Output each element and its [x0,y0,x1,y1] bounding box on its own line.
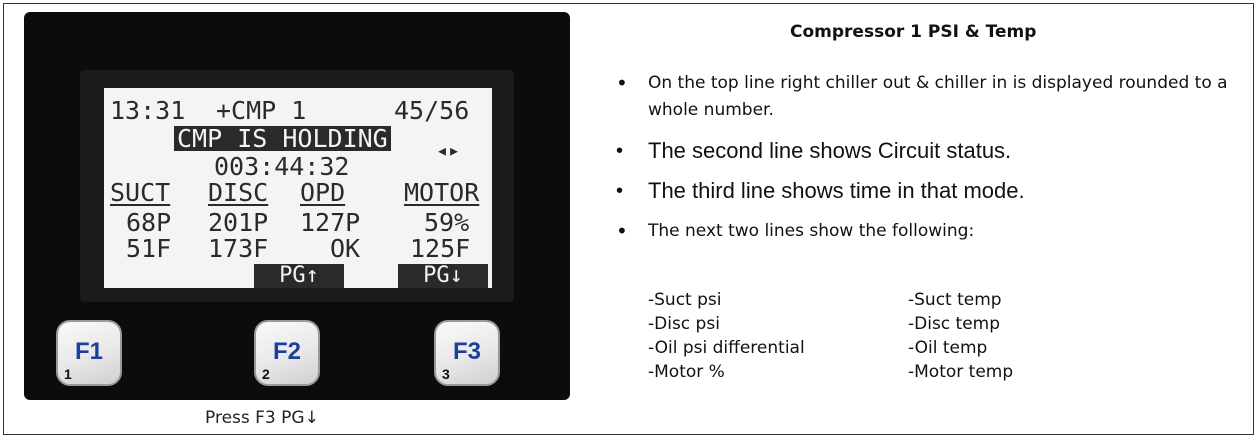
f2-key-number: 2 [262,366,270,382]
value-list-right: -Suct temp -Disc temp -Oil temp -Motor t… [908,288,1108,384]
f1-key[interactable]: F1 1 [56,320,122,386]
lcd-header-motor: MOTOR [404,178,480,207]
bullet-list: On the top line right chiller out & chil… [602,70,1242,259]
lcd-motor-pct: 59% [424,208,470,237]
f1-key-number: 1 [64,366,72,382]
lcd-disc-temp: 173F [208,234,269,263]
f3-key[interactable]: F3 3 [434,320,500,386]
f3-key-number: 3 [442,366,450,382]
lcd-softkey-pgdn: PG↓ [398,264,488,288]
lcd-header-opd: OPD [300,178,346,207]
lcd-chiller-temps: 45/56 [394,96,470,125]
photo-caption: Press F3 PG↓ [205,408,319,428]
list-item: -Disc temp [908,314,1001,334]
lcd-suct-temp: 51F [126,234,172,263]
list-item: -Suct temp [908,290,1002,310]
lcd-suct-psi: 68P [126,208,172,237]
list-item: -Disc psi [648,314,720,334]
lcd-screen: 13:31 +CMP 1 45/56 CMP IS HOLDING ◂▸ 003… [104,88,492,288]
bullet-item: The third line shows time in that mode. [602,178,1242,204]
lcd-mode-timer: 003:44:32 [214,152,350,181]
lcd-motor-temp: 125F [410,234,471,263]
list-item: -Oil psi differential [648,338,805,358]
list-item: -Motor % [648,362,725,382]
lcd-oil-status: OK [330,234,361,263]
list-item: -Oil temp [908,338,988,358]
lcd-header-disc: DISC [208,178,269,207]
lcd-time: 13:31 [110,96,186,125]
lcd-opd-psi: 127P [300,208,361,237]
list-item: -Suct psi [648,290,722,310]
lcd-compressor: +CMP 1 [216,96,307,125]
value-list: -Suct psi -Disc psi -Oil psi differentia… [648,288,1013,384]
f1-key-label: F1 [74,338,103,365]
f2-key[interactable]: F2 2 [254,320,320,386]
lcd-nav-arrows: ◂▸ [436,138,461,162]
lcd-status: CMP IS HOLDING [174,126,391,151]
section-title: Compressor 1 PSI & Temp [790,22,1037,42]
lcd-disc-psi: 201P [208,208,269,237]
lcd-header-suct: SUCT [110,178,171,207]
lcd-softkey-pgup: PG↑ [254,264,344,288]
controller-photo: 13:31 +CMP 1 45/56 CMP IS HOLDING ◂▸ 003… [24,12,570,400]
f3-key-label: F3 [452,338,481,365]
list-item: -Motor temp [908,362,1014,382]
bullet-item: The next two lines show the following: [602,218,1242,245]
value-list-left: -Suct psi -Disc psi -Oil psi differentia… [648,288,805,384]
bullet-item: The second line shows Circuit status. [602,138,1242,164]
bullet-item: On the top line right chiller out & chil… [602,70,1242,124]
f2-key-label: F2 [272,338,301,365]
